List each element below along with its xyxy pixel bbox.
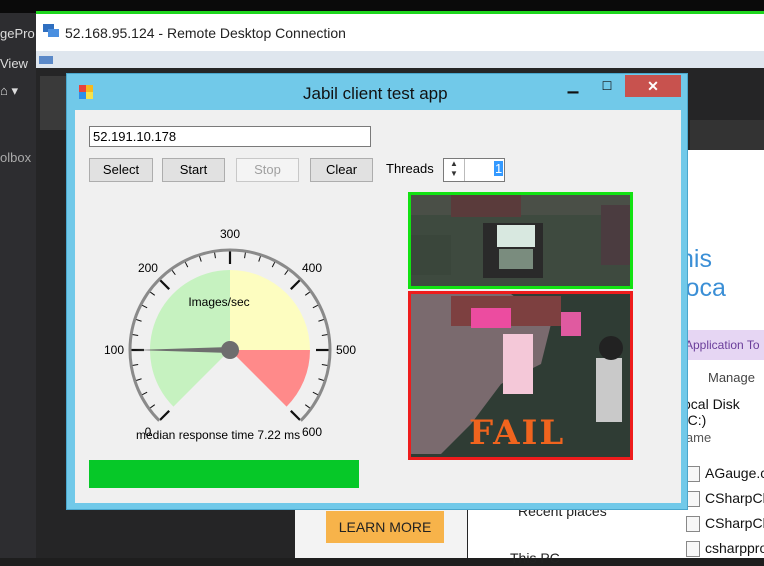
gauge-label: 100 (104, 343, 124, 357)
app-client-area: Select Start Stop Clear Threads ▲ ▼ 1 01… (75, 110, 681, 503)
fail-inspection-image: FAIL (408, 291, 633, 460)
gauge-caption: Images/sec (188, 295, 249, 309)
gauge-label: 500 (336, 343, 356, 357)
local-disk-breadcrumb[interactable]: ocal Disk (C:) (683, 396, 764, 428)
rdc-connection-bar (36, 51, 764, 68)
gauge-zone-2 (230, 350, 310, 407)
learn-more-button[interactable]: LEARN MORE (326, 511, 444, 543)
clear-button[interactable]: Clear (310, 158, 373, 182)
progress-fill (89, 460, 359, 488)
median-label: median response time (136, 428, 255, 442)
gauge-minor-tick (149, 291, 156, 296)
gauge-minor-tick (318, 378, 325, 382)
gauge-minor-tick (135, 378, 142, 382)
median-response-text: median response time 7.22 ms (136, 428, 300, 442)
gauge-minor-tick (312, 304, 319, 309)
minimize-icon: ▁ (567, 77, 579, 93)
component-photo-top (411, 195, 630, 286)
start-button[interactable]: Start (162, 158, 225, 182)
vs-menu-view[interactable]: View (0, 56, 28, 71)
file-icon (686, 541, 700, 557)
gauge-label: 400 (302, 261, 322, 275)
close-button[interactable]: ✕ (625, 75, 681, 97)
gauge-zones (150, 270, 310, 407)
gauge-minor-tick (214, 252, 216, 259)
gauge-label: 300 (220, 227, 240, 241)
select-button[interactable]: Select (89, 158, 153, 182)
gauge-minor-tick (141, 304, 148, 309)
gauge-major-tick (159, 279, 170, 290)
explorer-heading: his loca (680, 245, 726, 302)
app-title-bar[interactable]: Jabil client test app ▁ ☐ ✕ (67, 74, 689, 110)
app-icon (79, 85, 93, 99)
gauge-minor-tick (258, 255, 262, 262)
gauge-minor-tick (244, 252, 246, 259)
gauge-minor-tick (198, 255, 202, 262)
gauge-minor-tick (132, 334, 139, 336)
remote-desktop-icon (43, 24, 59, 37)
connection-bar-icon[interactable] (38, 53, 56, 67)
app-title: Jabil client test app (303, 84, 448, 103)
gauge-hub (221, 341, 239, 359)
nav-this-pc[interactable]: This PC (510, 550, 560, 566)
stepper-arrows[interactable]: ▲ ▼ (444, 159, 465, 181)
file-row[interactable]: CSharpCl (705, 515, 764, 531)
gauge-minor-tick (312, 391, 319, 396)
gauge-zone-0 (150, 270, 230, 407)
minimize-button[interactable]: ▁ (558, 75, 588, 97)
gauge-minor-tick (171, 269, 176, 276)
maximize-button[interactable]: ☐ (592, 75, 622, 97)
threads-value: 1 (494, 161, 504, 176)
progress-bar (89, 460, 359, 488)
file-row[interactable]: csharppro (705, 540, 764, 556)
stop-button[interactable]: Stop (236, 158, 299, 182)
gauge-minor-tick (149, 404, 156, 409)
gauge-minor-tick (304, 404, 311, 409)
pass-inspection-image (408, 192, 633, 289)
threads-stepper[interactable]: ▲ ▼ 1 (443, 158, 505, 182)
app-window: Jabil client test app ▁ ☐ ✕ Select Start… (66, 73, 688, 510)
ip-address-input[interactable] (89, 126, 371, 147)
stepper-up-icon[interactable]: ▲ (444, 159, 464, 169)
gauge-minor-tick (141, 391, 148, 396)
maximize-icon: ☐ (601, 79, 613, 93)
gauge-minor-tick (132, 364, 139, 366)
rdc-window-title: 52.168.95.124 - Remote Desktop Connectio… (65, 25, 346, 41)
gauge-major-tick (290, 410, 301, 421)
file-row[interactable]: CSharpCl (705, 490, 764, 506)
stepper-down-icon[interactable]: ▼ (444, 169, 464, 179)
gauge-major-tick (159, 410, 170, 421)
gauge-label: 200 (138, 261, 158, 275)
vs-fragment-title: gePro (0, 26, 35, 41)
gauge-major-tick (290, 279, 301, 290)
file-icon (686, 516, 700, 532)
gauge-minor-tick (184, 261, 189, 268)
close-icon: ✕ (647, 78, 659, 94)
explorer-toolbar-strip (690, 120, 764, 150)
median-value: 7.22 ms (257, 428, 301, 442)
manage-tab[interactable]: Manage (708, 370, 755, 385)
gauge-minor-tick (271, 261, 276, 268)
images-per-sec-gauge: 0100200300400500600 Images/sec (104, 227, 356, 439)
gauge-minor-tick (318, 318, 325, 322)
file-icon (686, 466, 700, 482)
file-row[interactable]: AGauge.c (705, 465, 764, 481)
file-icon (686, 491, 700, 507)
vs-toolbar-icon[interactable]: ⌂ ▾ (0, 83, 18, 99)
gauge-label: 600 (302, 425, 322, 439)
application-tools-tab[interactable]: Application To (685, 330, 764, 360)
gauge-minor-tick (304, 291, 311, 296)
vs-left-strip: gePro View ⌂ ▾ olbox (0, 13, 36, 558)
vs-toolbox-tab[interactable]: olbox (0, 150, 31, 165)
threads-label: Threads (386, 161, 434, 176)
gauge-minor-tick (284, 269, 289, 276)
gauge-minor-tick (321, 364, 328, 366)
fail-label: FAIL (469, 413, 566, 453)
gauge-minor-tick (135, 318, 142, 322)
gauge-minor-tick (321, 334, 328, 336)
